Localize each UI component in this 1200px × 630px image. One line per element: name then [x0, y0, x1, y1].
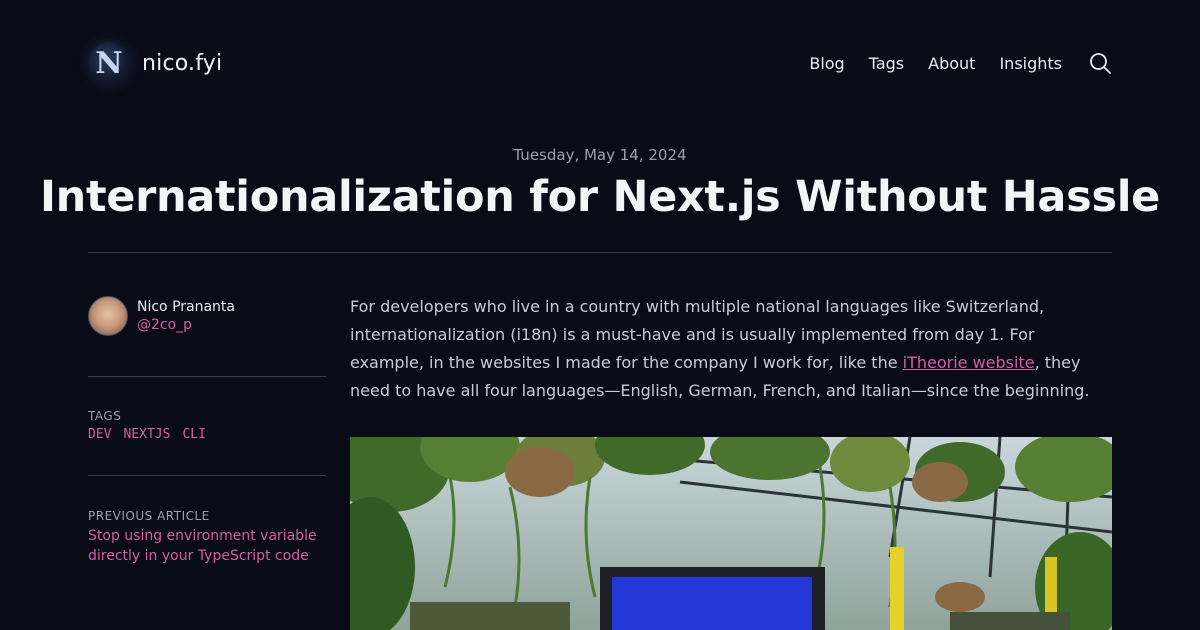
greenhouse-photo: [350, 437, 1112, 630]
title-divider: [88, 252, 1112, 253]
search-icon[interactable]: [1088, 51, 1112, 75]
nav-about[interactable]: About: [928, 54, 975, 73]
author-handle-link[interactable]: @2co_p: [137, 317, 235, 333]
main-nav: Blog Tags About Insights: [809, 51, 1112, 75]
avatar: [88, 296, 128, 336]
previous-article-title-line-2[interactable]: directly in your TypeScript code: [88, 546, 326, 566]
previous-article-section: PREVIOUS ARTICLE Stop using environment …: [88, 509, 326, 566]
nav-blog[interactable]: Blog: [809, 54, 844, 73]
site-logo[interactable]: N: [88, 42, 130, 84]
hero-image: [350, 437, 1112, 630]
site-name[interactable]: nico.fyi: [142, 51, 222, 76]
article-body: For developers who live in a country wit…: [350, 293, 1112, 405]
nav-insights[interactable]: Insights: [999, 54, 1062, 73]
tag-dev[interactable]: DEV: [88, 427, 111, 442]
tag-list: DEV NEXTJS CLI: [88, 427, 326, 442]
author-name: Nico Prananta: [137, 299, 235, 315]
post-sidebar: Nico Prananta @2co_p TAGS DEV NEXTJS CLI…: [88, 296, 326, 566]
previous-article-label: PREVIOUS ARTICLE: [88, 509, 210, 523]
sidebar-divider: [88, 475, 326, 476]
intro-paragraph: For developers who live in a country wit…: [350, 293, 1112, 405]
site-header: N nico.fyi Blog Tags About Insights: [88, 38, 1112, 88]
tags-section: TAGS DEV NEXTJS CLI: [88, 409, 326, 442]
previous-article-title-line-1[interactable]: Stop using environment variable: [88, 526, 326, 546]
author-card: Nico Prananta @2co_p: [88, 296, 326, 336]
nav-tags[interactable]: Tags: [869, 54, 904, 73]
itheorie-website-link[interactable]: iTheorie website: [903, 353, 1035, 372]
tags-label: TAGS: [88, 409, 122, 423]
brand[interactable]: N nico.fyi: [88, 42, 222, 84]
post-date: Tuesday, May 14, 2024: [513, 146, 687, 164]
tag-nextjs[interactable]: NEXTJS: [123, 427, 170, 442]
tag-cli[interactable]: CLI: [182, 427, 205, 442]
post-title: Internationalization for Next.js Without…: [39, 172, 1161, 222]
sidebar-divider: [88, 376, 326, 377]
previous-article-link[interactable]: Stop using environment variable directly…: [88, 526, 326, 566]
